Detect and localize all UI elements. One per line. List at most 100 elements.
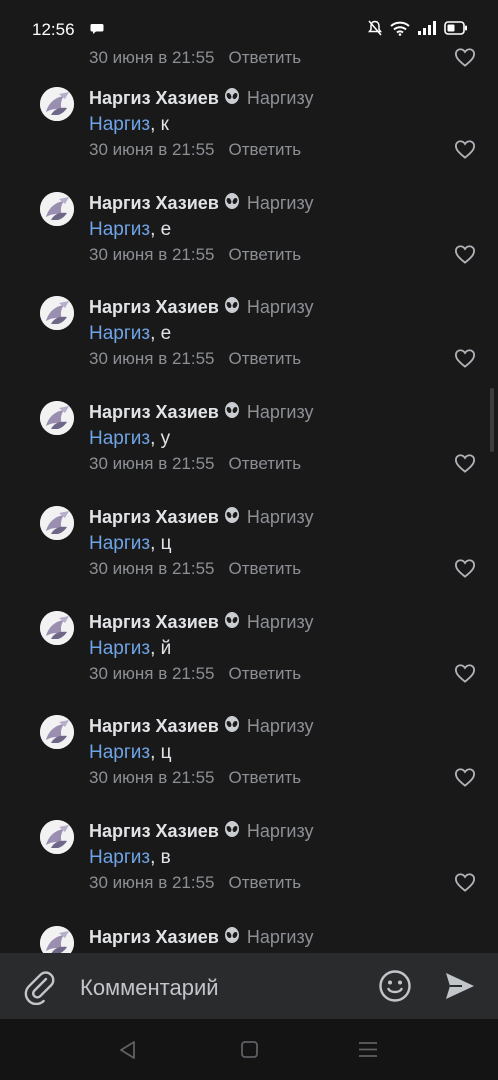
alien-icon	[223, 402, 241, 425]
mention-link[interactable]: Наргиз	[89, 533, 150, 554]
comment-text: Наргиз, в	[89, 847, 171, 869]
reply-to[interactable]: Наргизу	[247, 297, 314, 317]
comment-text: Наргиз, к	[89, 114, 169, 136]
mention-link[interactable]: Наргиз	[89, 742, 150, 763]
reply-button[interactable]: Ответить	[229, 349, 302, 368]
heart-icon[interactable]	[454, 453, 476, 473]
heart-icon[interactable]	[454, 767, 476, 787]
mention-link[interactable]: Наргиз	[89, 323, 150, 344]
avatar-image	[40, 926, 74, 953]
heart-icon[interactable]	[454, 47, 476, 67]
author-name[interactable]: Наргиз Хазиев	[89, 193, 219, 213]
comment-text: Наргиз, у	[89, 428, 170, 450]
reply-to[interactable]: Наргизу	[247, 927, 314, 947]
author-name[interactable]: Наргиз Хазиев	[89, 88, 219, 108]
reply-button[interactable]: Ответить	[229, 48, 302, 67]
smile-icon[interactable]	[378, 969, 412, 1003]
alien-icon	[223, 821, 241, 844]
avatar[interactable]	[40, 820, 74, 854]
alien-icon	[223, 927, 241, 950]
heart-icon[interactable]	[454, 139, 476, 159]
comment-date: 30 июня в 21:55	[89, 454, 215, 473]
comment-body: , е	[150, 219, 172, 240]
mention-link[interactable]: Наргиз	[89, 638, 150, 659]
author-name[interactable]: Наргиз Хазиев	[89, 612, 219, 632]
author-line: Наргиз Хазиев Наргизу	[89, 927, 314, 950]
comment-text: Наргиз, й	[89, 638, 171, 660]
back-icon[interactable]	[118, 1040, 138, 1060]
author-line: Наргиз Хазиев Наргизу	[89, 88, 314, 111]
comment-text: Наргиз, е	[89, 219, 171, 241]
mention-link[interactable]: Наргиз	[89, 114, 150, 135]
avatar[interactable]	[40, 401, 74, 435]
comment-meta: 30 июня в 21:55 Ответить	[89, 48, 301, 68]
reply-button[interactable]: Ответить	[229, 245, 302, 264]
avatar[interactable]	[40, 87, 74, 121]
comment-body: , й	[150, 638, 172, 659]
heart-icon[interactable]	[454, 244, 476, 264]
comment-date: 30 июня в 21:55	[89, 349, 215, 368]
status-bar: 12:56	[0, 0, 498, 40]
send-icon[interactable]	[444, 970, 476, 1002]
home-icon[interactable]	[241, 1041, 258, 1058]
reply-to[interactable]: Наргизу	[247, 612, 314, 632]
chat-notification-icon	[90, 24, 104, 34]
avatar-image	[40, 296, 74, 330]
avatar[interactable]	[40, 296, 74, 330]
status-time: 12:56	[32, 20, 75, 39]
author-name[interactable]: Наргиз Хазиев	[89, 297, 219, 317]
comment-input[interactable]	[78, 967, 362, 1009]
comment-item: Наргиз Хазиев Наргизу Наргиз, у 30 июня в 2…	[0, 401, 498, 506]
reply-button[interactable]: Ответить	[229, 664, 302, 683]
comment-date: 30 июня в 21:55	[89, 140, 215, 159]
reply-to[interactable]: Наргизу	[247, 402, 314, 422]
comment-item: Наргиз Хазиев Наргизу Наргиз, й 30 июня в 2…	[0, 611, 498, 716]
author-line: Наргиз Хазиев Наргизу	[89, 193, 314, 216]
reply-to[interactable]: Наргизу	[247, 821, 314, 841]
reply-to[interactable]: Наргизу	[247, 507, 314, 527]
avatar-image	[40, 192, 74, 226]
author-name[interactable]: Наргиз Хазиев	[89, 402, 219, 422]
author-name[interactable]: Наргиз Хазиев	[89, 507, 219, 527]
comment-body: , у	[150, 428, 171, 449]
author-line: Наргиз Хазиев Наргизу	[89, 612, 314, 635]
comment-meta: 30 июня в 21:55 Ответить	[89, 664, 301, 684]
author-name[interactable]: Наргиз Хазиев	[89, 821, 219, 841]
wifi-icon	[390, 21, 410, 36]
reply-button[interactable]: Ответить	[229, 873, 302, 892]
mention-link[interactable]: Наргиз	[89, 219, 150, 240]
mention-link[interactable]: Наргиз	[89, 847, 150, 868]
avatar[interactable]	[40, 192, 74, 226]
comment-text: Наргиз, е	[89, 323, 171, 345]
comment-list: 30 июня в 21:55 Ответить Наргиз Хазиев Нар…	[0, 0, 498, 953]
author-name[interactable]: Наргиз Хазиев	[89, 716, 219, 736]
comment-body: , ц	[150, 742, 172, 763]
signal-icon	[418, 21, 436, 35]
alien-icon	[223, 297, 241, 320]
paperclip-icon[interactable]	[22, 967, 56, 1005]
reply-button[interactable]: Ответить	[229, 454, 302, 473]
comment-date: 30 июня в 21:55	[89, 48, 215, 67]
recent-apps-icon[interactable]	[359, 1041, 377, 1058]
heart-icon[interactable]	[454, 348, 476, 368]
reply-to[interactable]: Наргизу	[247, 88, 314, 108]
heart-icon[interactable]	[454, 872, 476, 892]
reply-button[interactable]: Ответить	[229, 768, 302, 787]
avatar[interactable]	[40, 926, 74, 953]
author-line: Наргиз Хазиев Наргизу	[89, 297, 314, 320]
author-name[interactable]: Наргиз Хазиев	[89, 927, 219, 947]
reply-button[interactable]: Ответить	[229, 140, 302, 159]
comment-meta: 30 июня в 21:55 Ответить	[89, 873, 301, 893]
mention-link[interactable]: Наргиз	[89, 428, 150, 449]
comment-date: 30 июня в 21:55	[89, 559, 215, 578]
avatar[interactable]	[40, 715, 74, 749]
comment-body: , к	[150, 114, 169, 135]
reply-to[interactable]: Наргизу	[247, 716, 314, 736]
reply-button[interactable]: Ответить	[229, 559, 302, 578]
reply-to[interactable]: Наргизу	[247, 193, 314, 213]
heart-icon[interactable]	[454, 558, 476, 578]
avatar[interactable]	[40, 611, 74, 645]
heart-icon[interactable]	[454, 663, 476, 683]
scrollbar-thumb[interactable]	[490, 388, 494, 452]
avatar[interactable]	[40, 506, 74, 540]
